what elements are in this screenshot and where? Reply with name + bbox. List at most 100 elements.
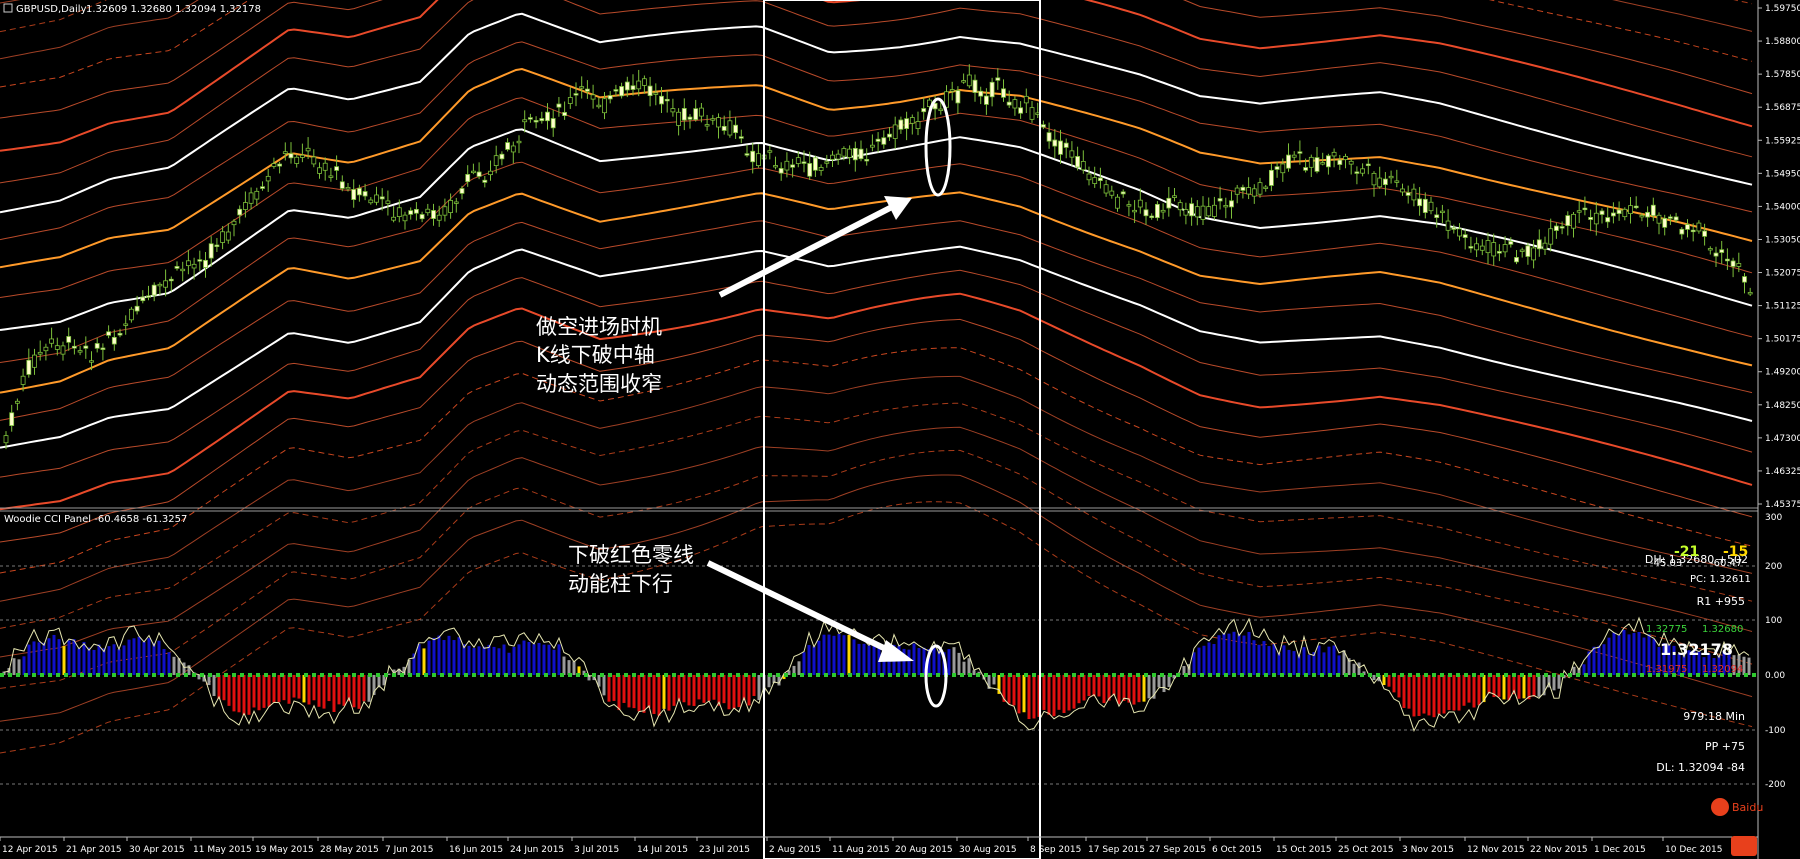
price-tick-label: 1.53050	[1765, 235, 1800, 245]
candle-body	[1200, 205, 1206, 220]
candle-body	[904, 118, 909, 129]
candle-body	[277, 163, 283, 167]
candle-body	[1132, 209, 1137, 213]
candle-body	[248, 192, 254, 204]
candle-body	[602, 98, 607, 114]
candle-body	[1576, 210, 1582, 213]
candle-body	[328, 175, 334, 178]
candle-body	[727, 120, 733, 136]
candle-body	[305, 147, 311, 152]
date-tick-label: 20 Aug 2015	[895, 845, 953, 855]
date-tick-label: 3 Nov 2015	[1402, 845, 1454, 855]
candle-body	[242, 202, 248, 210]
price-tick-label: 1.55925	[1765, 136, 1800, 146]
candle-body	[1251, 188, 1257, 197]
candle-body	[1308, 156, 1314, 168]
candle-body	[1445, 220, 1451, 231]
candle-body	[282, 151, 288, 154]
candle-body	[607, 95, 613, 100]
candle-body	[738, 136, 744, 139]
candle-body	[1126, 204, 1132, 207]
candle-body	[1069, 150, 1075, 158]
date-tick-label: 30 Aug 2015	[959, 845, 1017, 855]
candle-body	[379, 196, 385, 200]
candle-body	[550, 118, 556, 129]
date-tick-label: 8 Sep 2015	[1030, 845, 1081, 855]
candle-body	[835, 153, 841, 160]
candle-body	[1462, 234, 1468, 238]
candle-body	[1371, 172, 1377, 186]
candle-body	[493, 155, 499, 166]
candle-body	[1434, 214, 1440, 218]
candle-body	[647, 85, 653, 97]
candle-body	[214, 244, 220, 247]
price-tick-label: 1.45375	[1765, 500, 1800, 510]
candle-body	[1479, 245, 1485, 251]
cci-level-label: 200	[1765, 562, 1782, 572]
candle-body	[1622, 208, 1628, 218]
candle-body	[1331, 151, 1337, 157]
candle-body	[642, 78, 647, 86]
price-tick-label: 1.51125	[1765, 302, 1800, 312]
range-low: 1.32775	[1646, 624, 1687, 635]
candle-body	[146, 295, 151, 298]
candle-body	[573, 93, 579, 96]
candle-body	[505, 142, 511, 150]
candle-body	[288, 153, 294, 159]
candle-body	[1702, 230, 1707, 237]
candle-body	[1468, 246, 1474, 249]
symbol-label: GBPUSD,Daily	[16, 4, 87, 15]
candle-body	[1497, 251, 1502, 254]
pc-label: PC: 1.32611	[1690, 574, 1751, 585]
candle-body	[716, 117, 721, 128]
candle-body	[123, 323, 129, 326]
date-tick-label: 17 Sep 2015	[1088, 845, 1145, 855]
candle-body	[585, 88, 590, 92]
candle-body	[374, 194, 379, 203]
candle-body	[470, 170, 476, 174]
candle-body	[1194, 206, 1200, 218]
candle-body	[784, 160, 790, 171]
candle-body	[1257, 182, 1263, 195]
candle-body	[425, 208, 431, 214]
candle-body	[66, 336, 72, 343]
candle-body	[949, 89, 955, 92]
candle-body	[385, 200, 391, 204]
annotation-narrow: 动态范围收窄	[536, 372, 662, 396]
candle-body	[1383, 178, 1388, 186]
candle-body	[1269, 169, 1274, 186]
candle-body	[630, 85, 636, 90]
candle-body	[1656, 214, 1662, 224]
candle-body	[1559, 226, 1565, 229]
candle-body	[795, 157, 801, 164]
candle-body	[870, 144, 875, 148]
candle-body	[1177, 202, 1183, 211]
candle-body	[1291, 154, 1297, 158]
candle-body	[299, 154, 305, 158]
candle-body	[419, 214, 425, 220]
candle-body	[1502, 244, 1508, 253]
candle-body	[1354, 171, 1360, 174]
candle-body	[773, 165, 778, 168]
trading-chart[interactable]: 1.59750 1.58800 1.57850 1.56875 1.55925 1.549…	[0, 0, 1800, 859]
candle-body	[699, 107, 704, 117]
cci-level-label: 300	[1765, 513, 1782, 523]
candle-body	[1120, 191, 1126, 195]
annotation-momentum: 动能柱下行	[568, 572, 673, 596]
candle-body	[1662, 217, 1668, 228]
candle-body	[1041, 124, 1046, 128]
candle-body	[271, 163, 277, 167]
candle-body	[311, 156, 317, 165]
candle-body	[1263, 186, 1269, 189]
candle-body	[391, 216, 397, 221]
candle-body	[1548, 228, 1554, 245]
candle-body	[482, 179, 488, 183]
candle-body	[1092, 177, 1098, 184]
candle-body	[653, 92, 659, 95]
candle-body	[117, 333, 123, 336]
candle-body	[351, 189, 357, 200]
candle-body	[14, 400, 20, 404]
candle-body	[1645, 211, 1650, 218]
candle-body	[1303, 167, 1308, 171]
candle-body	[687, 116, 693, 120]
